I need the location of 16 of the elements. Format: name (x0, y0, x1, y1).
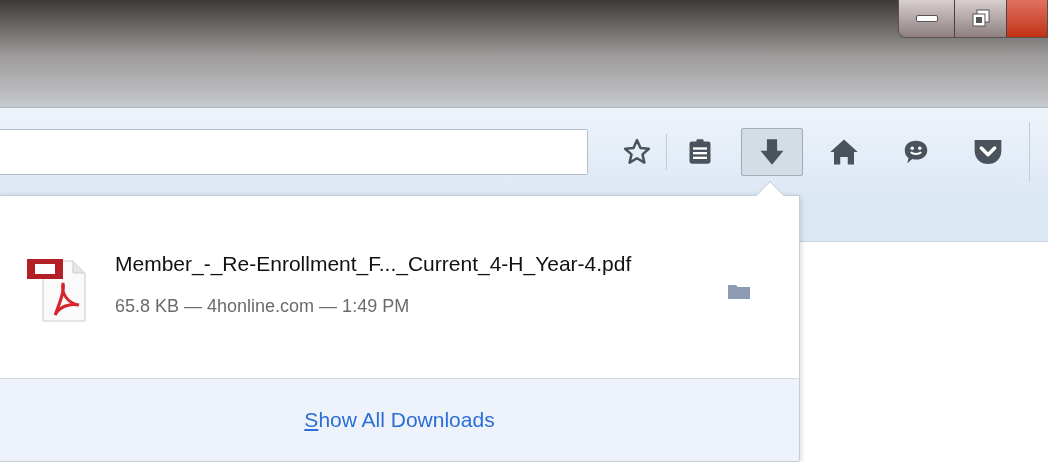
download-item[interactable]: Member_-_Re-Enrollment_F..._Current_4-H_Year-4.pdf 65.8 KB — 4honline.com — 1:49 PM (0, 196, 799, 378)
file-name: Member_-_Re-Enrollment_F..._Current_4-H_Year-4.pdf (115, 250, 632, 278)
toolbar-button[interactable] (741, 127, 803, 176)
folder-icon[interactable] (727, 282, 751, 300)
minimize-icon (915, 15, 938, 22)
star-icon (622, 136, 652, 167)
clipboard-list-icon (687, 137, 713, 166)
show-all-downloads-link[interactable]: Show All Downloads (304, 404, 495, 436)
minimize-button[interactable] (899, 0, 955, 37)
pdf-file-icon (25, 257, 89, 323)
address-field[interactable] (0, 128, 588, 175)
download-arrow-icon (759, 137, 785, 166)
restore-icon (970, 8, 991, 29)
home-icon (829, 137, 859, 166)
restore-button[interactable] (955, 0, 1007, 37)
download-details: 65.8 KB — 4honline.com — 1:49 PM (115, 295, 411, 319)
